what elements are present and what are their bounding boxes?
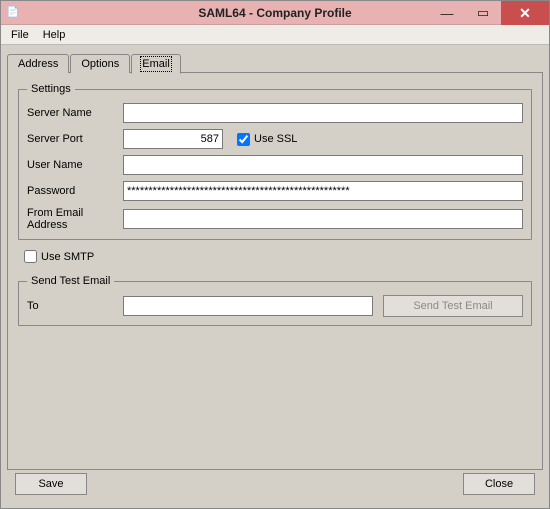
app-window: 📄 SAML64 - Company Profile — ▭ ✕ File He… [0, 0, 550, 509]
close-window-button[interactable]: ✕ [501, 1, 549, 25]
settings-legend: Settings [27, 83, 75, 95]
server-name-input[interactable] [123, 103, 523, 123]
use-smtp-label: Use SMTP [41, 251, 94, 263]
user-name-input[interactable] [123, 155, 523, 175]
tab-options[interactable]: Options [70, 54, 130, 73]
tab-address[interactable]: Address [7, 54, 69, 73]
use-ssl-checkbox[interactable] [237, 133, 250, 146]
from-email-input[interactable] [123, 209, 523, 229]
send-test-legend: Send Test Email [27, 275, 114, 287]
tab-email-panel: Settings Server Name Server Port Use SSL… [7, 72, 543, 470]
menu-file[interactable]: File [5, 27, 35, 43]
send-test-group: Send Test Email To Send Test Email [18, 275, 532, 326]
menu-help[interactable]: Help [37, 27, 72, 43]
from-email-label: From Email Address [27, 207, 123, 231]
client-area: Address Options Email Settings Server Na… [1, 45, 549, 508]
settings-group: Settings Server Name Server Port Use SSL… [18, 83, 532, 240]
tabs: Address Options Email [7, 51, 543, 73]
use-smtp-checkbox[interactable] [24, 250, 37, 263]
use-ssl-label: Use SSL [254, 133, 297, 145]
send-test-to-label: To [27, 300, 123, 312]
send-test-to-input[interactable] [123, 296, 373, 316]
titlebar[interactable]: 📄 SAML64 - Company Profile — ▭ ✕ [1, 1, 549, 25]
app-icon: 📄 [5, 5, 21, 21]
use-ssl-wrap: Use SSL [237, 133, 297, 146]
bottom-bar: Save Close [7, 470, 543, 502]
server-port-input[interactable] [123, 129, 223, 149]
tab-email[interactable]: Email [131, 54, 181, 74]
user-name-label: User Name [27, 159, 123, 171]
server-name-label: Server Name [27, 107, 123, 119]
server-port-label: Server Port [27, 133, 123, 145]
password-label: Password [27, 185, 123, 197]
close-button[interactable]: Close [463, 473, 535, 495]
minimize-button[interactable]: — [429, 1, 465, 25]
password-input[interactable] [123, 181, 523, 201]
send-test-email-button[interactable]: Send Test Email [383, 295, 523, 317]
maximize-button[interactable]: ▭ [465, 1, 501, 25]
window-controls: — ▭ ✕ [429, 1, 549, 24]
menubar: File Help [1, 25, 549, 45]
use-smtp-wrap: Use SMTP [24, 250, 532, 263]
save-button[interactable]: Save [15, 473, 87, 495]
